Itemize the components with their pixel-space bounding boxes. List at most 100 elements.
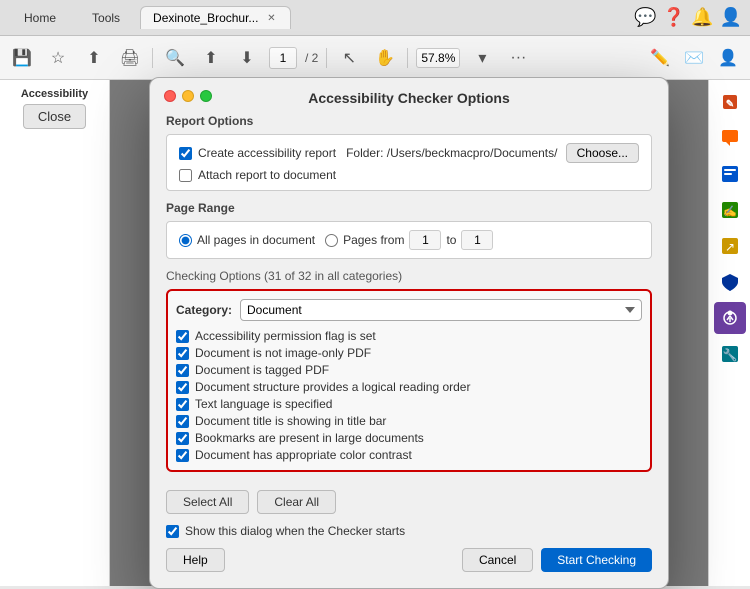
choose-folder-button[interactable]: Choose...	[566, 143, 639, 163]
show-dialog-row: Show this dialog when the Checker starts	[166, 524, 652, 538]
zoom-level[interactable]: 57.8%	[416, 48, 460, 68]
page-from-input[interactable]	[409, 230, 441, 250]
help-icon[interactable]: ❓	[663, 7, 685, 28]
upload-icon[interactable]: ⬆	[80, 44, 108, 72]
share-tool-icon[interactable]: ↗	[714, 230, 746, 262]
check-6-checkbox[interactable]	[176, 432, 189, 445]
checks-list: Accessibility permission flag is set Doc…	[176, 329, 642, 462]
checking-options-label: Checking Options (31 of 32 in all catego…	[166, 269, 652, 283]
tools-tool-icon[interactable]: 🔧	[714, 338, 746, 370]
check-3-checkbox[interactable]	[176, 381, 189, 394]
accessibility-checker-dialog: Accessibility Checker Options Report Opt…	[149, 77, 669, 589]
separator-1	[152, 48, 153, 68]
start-checking-button[interactable]: Start Checking	[541, 548, 652, 572]
minimize-traffic-light[interactable]	[182, 90, 194, 102]
check-1-label: Document is not image-only PDF	[195, 346, 371, 360]
comment-tool-icon[interactable]	[714, 122, 746, 154]
next-page-icon[interactable]: ⬇	[233, 44, 261, 72]
page-to-input[interactable]	[461, 230, 493, 250]
category-box: Category: Document Accessibility permiss…	[166, 289, 652, 472]
check-0-checkbox[interactable]	[176, 330, 189, 343]
separator-2	[326, 48, 327, 68]
user-icon[interactable]: 👤	[714, 44, 742, 72]
form-tool-icon[interactable]	[714, 158, 746, 190]
pages-from-radio[interactable]	[325, 234, 338, 247]
print-icon[interactable]: 🖨	[116, 44, 144, 72]
check-item-2: Document is tagged PDF	[176, 363, 642, 377]
check-5-checkbox[interactable]	[176, 415, 189, 428]
page-range-label: Page Range	[166, 201, 652, 215]
check-7-label: Document has appropriate color contrast	[195, 448, 412, 462]
check-item-3: Document structure provides a logical re…	[176, 380, 642, 394]
dialog-bottom-section: Select All Clear All Show this dialog wh…	[150, 482, 668, 572]
prev-page-icon[interactable]: ⬆	[197, 44, 225, 72]
check-item-7: Document has appropriate color contrast	[176, 448, 642, 462]
check-7-checkbox[interactable]	[176, 449, 189, 462]
close-traffic-light[interactable]	[164, 90, 176, 102]
svg-text:↗: ↗	[724, 240, 734, 254]
create-report-checkbox[interactable]	[179, 147, 192, 160]
sign-tool-icon[interactable]: ✍	[714, 194, 746, 226]
avatar-icon[interactable]: 👤	[720, 7, 742, 28]
check-2-checkbox[interactable]	[176, 364, 189, 377]
check-item-1: Document is not image-only PDF	[176, 346, 642, 360]
all-pages-row: All pages in document	[179, 233, 315, 247]
dialog-body: Report Options Create accessibility repo…	[150, 114, 668, 472]
chat-icon[interactable]: 💬	[634, 7, 656, 28]
traffic-lights	[164, 90, 212, 102]
tab-document[interactable]: Dexinote_Brochur... ✕	[140, 6, 291, 29]
zoom-out-icon[interactable]: 🔍	[161, 44, 189, 72]
maximize-traffic-light[interactable]	[200, 90, 212, 102]
help-button[interactable]: Help	[166, 548, 225, 572]
show-dialog-checkbox[interactable]	[166, 525, 179, 538]
create-report-label: Create accessibility report	[198, 146, 336, 160]
notification-icon[interactable]: 🔔	[691, 7, 713, 28]
svg-text:✎: ✎	[725, 99, 733, 110]
page-number-input[interactable]: 1	[269, 47, 297, 69]
select-icon[interactable]: ↖	[335, 44, 363, 72]
protect-tool-icon[interactable]	[714, 266, 746, 298]
sidebar-panel: Accessibility Close	[0, 88, 109, 129]
accessibility-tool-icon[interactable]	[714, 302, 746, 334]
bookmark-icon[interactable]: ☆	[44, 44, 72, 72]
email-icon[interactable]: ✉️	[680, 44, 708, 72]
zoom-dropdown-icon[interactable]: ▾	[468, 44, 496, 72]
attach-report-row: Attach report to document	[179, 168, 639, 182]
pages-to-label: to	[446, 233, 456, 247]
page-range-panel: All pages in document Pages from to	[166, 221, 652, 259]
dialog-titlebar: Accessibility Checker Options	[150, 78, 668, 114]
pages-from-label: Pages from	[343, 233, 404, 247]
annotation-icon[interactable]: ✏️	[646, 44, 674, 72]
edit-tool-icon[interactable]: ✎	[714, 86, 746, 118]
browser-tab-bar: Home Tools Dexinote_Brochur... ✕ 💬 ❓ 🔔 👤	[0, 0, 750, 36]
category-label-text: Category:	[176, 303, 232, 317]
cancel-button[interactable]: Cancel	[462, 548, 533, 572]
tab-home[interactable]: Home	[8, 7, 72, 29]
clear-all-button[interactable]: Clear All	[257, 490, 336, 514]
more-icon[interactable]: ···	[504, 44, 532, 72]
save-icon[interactable]: 💾	[8, 44, 36, 72]
check-4-checkbox[interactable]	[176, 398, 189, 411]
tab-close-button[interactable]: ✕	[264, 11, 278, 25]
report-options-label: Report Options	[166, 114, 652, 128]
dialog-overlay: Accessibility Checker Options Report Opt…	[110, 80, 708, 586]
folder-path: Folder: /Users/beckmacpro/Documents/	[346, 146, 557, 160]
tab-tools[interactable]: Tools	[76, 7, 136, 29]
main-layout: Accessibility Close Accessibility Checke…	[0, 80, 750, 586]
hand-icon[interactable]: ✋	[371, 44, 399, 72]
select-all-button[interactable]: Select All	[166, 490, 249, 514]
check-4-label: Text language is specified	[195, 397, 332, 411]
category-select[interactable]: Document	[240, 299, 642, 321]
attach-report-checkbox[interactable]	[179, 169, 192, 182]
check-item-0: Accessibility permission flag is set	[176, 329, 642, 343]
check-3-label: Document structure provides a logical re…	[195, 380, 470, 394]
action-buttons: Cancel Start Checking	[462, 548, 652, 572]
all-pages-radio[interactable]	[179, 234, 192, 247]
svg-text:✍: ✍	[723, 205, 737, 218]
close-sidebar-button[interactable]: Close	[23, 104, 86, 129]
left-sidebar: Accessibility Close	[0, 80, 110, 586]
check-0-label: Accessibility permission flag is set	[195, 329, 376, 343]
check-1-checkbox[interactable]	[176, 347, 189, 360]
final-buttons-row: Help Cancel Start Checking	[166, 548, 652, 572]
page-total: / 2	[305, 51, 318, 65]
